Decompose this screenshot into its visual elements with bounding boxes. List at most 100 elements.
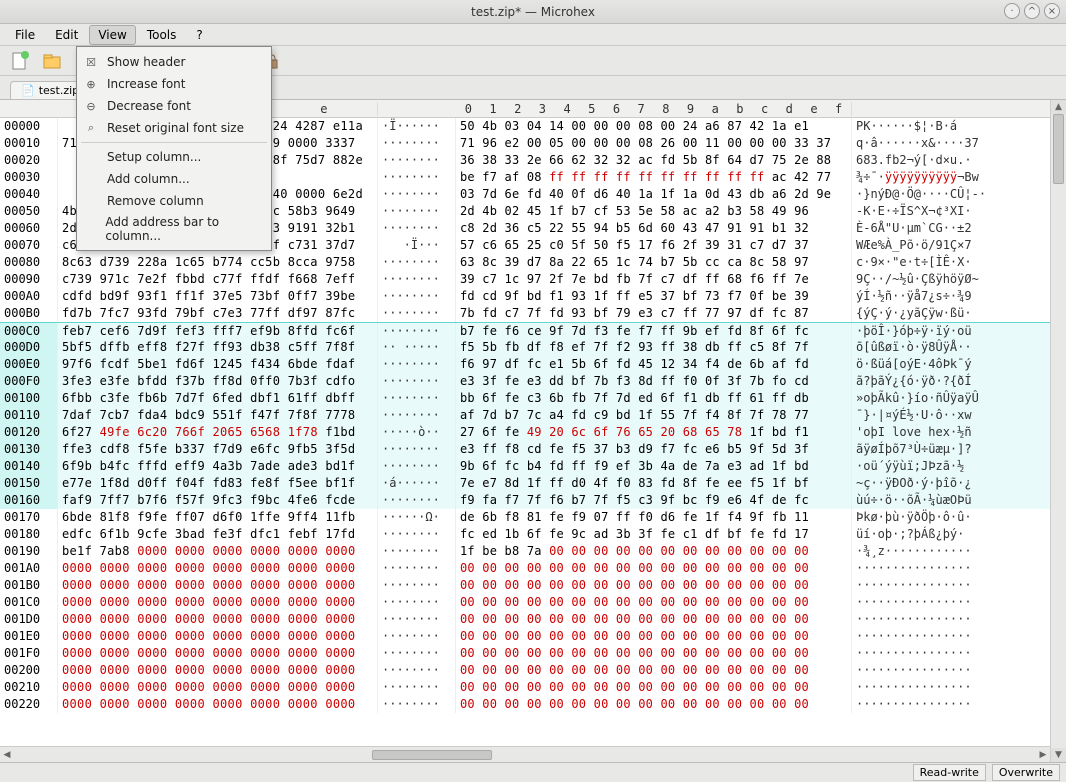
- ascii-cell-1[interactable]: ········: [378, 611, 456, 628]
- maximize-button[interactable]: ^: [1024, 3, 1040, 19]
- ascii-cell-1[interactable]: ·á······: [378, 475, 456, 492]
- ascii-cell-2[interactable]: ã?þãÝ¿{ó·ÿð·?{ðÍ: [852, 373, 1008, 390]
- ascii-cell-2[interactable]: È-6Å"U·µm`CG··±2: [852, 220, 1008, 237]
- menu-file[interactable]: File: [6, 25, 44, 45]
- hex-cell-1[interactable]: 0000 0000 0000 0000 0000 0000 0000 0000: [58, 645, 378, 662]
- hex-row[interactable]: 001E00000 0000 0000 0000 0000 0000 0000 …: [0, 628, 1066, 645]
- hex-row[interactable]: 000A0cdfd bd9f 93f1 ff1f 37e5 73bf 0ff7 …: [0, 288, 1066, 305]
- hex-cell-1[interactable]: edfc 6f1b 9cfe 3bad fe3f dfc1 febf 17fd: [58, 526, 378, 543]
- ascii-cell-2[interactable]: 683.fb2¬ý[·d×u.·: [852, 152, 1008, 169]
- scroll-thumb[interactable]: [1053, 114, 1064, 184]
- hex-cell-1[interactable]: 0000 0000 0000 0000 0000 0000 0000 0000: [58, 560, 378, 577]
- ascii-cell-2[interactable]: ················: [852, 645, 1008, 662]
- hex-row[interactable]: 001206f27 49fe 6c20 766f 2065 6568 1f78 …: [0, 424, 1066, 441]
- hex-row[interactable]: 002200000 0000 0000 0000 0000 0000 0000 …: [0, 696, 1066, 713]
- hex-cell-1[interactable]: 0000 0000 0000 0000 0000 0000 0000 0000: [58, 696, 378, 713]
- hex-cell-2[interactable]: 2d 4b 02 45 1f b7 cf 53 5e 58 ac a2 b3 5…: [456, 203, 852, 220]
- hscroll-thumb[interactable]: [372, 750, 492, 760]
- hex-cell-1[interactable]: 0000 0000 0000 0000 0000 0000 0000 0000: [58, 679, 378, 696]
- hex-cell-2[interactable]: 00 00 00 00 00 00 00 00 00 00 00 00 00 0…: [456, 645, 852, 662]
- hex-row[interactable]: 000B0fd7b 7fc7 93fd 79bf c7e3 77ff df97 …: [0, 305, 1066, 322]
- hex-row[interactable]: 001107daf 7cb7 fda4 bdc9 551f f47f 7f8f …: [0, 407, 1066, 424]
- hex-cell-1[interactable]: 6bde 81f8 f9fe ff07 d6f0 1ffe 9ff4 11fb: [58, 509, 378, 526]
- ascii-cell-2[interactable]: õ[ûßøï·ò·ÿ8ÛÿÅ··: [852, 339, 1008, 356]
- hex-cell-2[interactable]: 63 8c 39 d7 8a 22 65 1c 74 b7 5b cc ca 8…: [456, 254, 852, 271]
- hex-cell-1[interactable]: 6f27 49fe 6c20 766f 2065 6568 1f78 f1bd: [58, 424, 378, 441]
- ascii-cell-1[interactable]: ········: [378, 356, 456, 373]
- ascii-cell-1[interactable]: ········: [378, 458, 456, 475]
- hex-row[interactable]: 000F03fe3 e3fe bfdd f37b ff8d 0ff0 7b3f …: [0, 373, 1066, 390]
- hex-cell-2[interactable]: af 7d b7 7c a4 fd c9 bd 1f 55 7f f4 8f 7…: [456, 407, 852, 424]
- hex-row[interactable]: 001706bde 81f8 f9fe ff07 d6f0 1ffe 9ff4 …: [0, 509, 1066, 526]
- hex-row[interactable]: 00190be1f 7ab8 0000 0000 0000 0000 0000 …: [0, 543, 1066, 560]
- ascii-cell-1[interactable]: ········: [378, 696, 456, 713]
- hex-cell-1[interactable]: 0000 0000 0000 0000 0000 0000 0000 0000: [58, 594, 378, 611]
- hex-cell-1[interactable]: cdfd bd9f 93f1 ff1f 37e5 73bf 0ff7 39be: [58, 288, 378, 305]
- menu-increase-font[interactable]: ⊕Increase font: [77, 73, 271, 95]
- ascii-cell-1[interactable]: ·Ï···: [378, 237, 456, 254]
- ascii-cell-2[interactable]: ãÿøÍþõ7³Ù÷üæµ·]?: [852, 441, 1008, 458]
- ascii-cell-2[interactable]: ·¾¸z············: [852, 543, 1008, 560]
- hex-cell-2[interactable]: 00 00 00 00 00 00 00 00 00 00 00 00 00 0…: [456, 560, 852, 577]
- ascii-cell-2[interactable]: ················: [852, 628, 1008, 645]
- ascii-cell-2[interactable]: WÆe%À_Põ·ö/91Ç×7: [852, 237, 1008, 254]
- hex-cell-2[interactable]: 00 00 00 00 00 00 00 00 00 00 00 00 00 0…: [456, 662, 852, 679]
- hex-cell-1[interactable]: feb7 cef6 7d9f fef3 fff7 ef9b 8ffd fc6f: [58, 323, 378, 339]
- menu-add-address-bar[interactable]: Add address bar to column...: [77, 212, 271, 246]
- hex-cell-2[interactable]: b7 fe f6 ce 9f 7d f3 fe f7 ff 9b ef fd 8…: [456, 323, 852, 339]
- scroll-right-icon[interactable]: ▶: [1036, 748, 1050, 762]
- open-file-icon[interactable]: [40, 49, 64, 73]
- menu-setup-column[interactable]: Setup column...: [77, 146, 271, 168]
- ascii-cell-2[interactable]: ~ç··ÿÐOð·ý·þîõ·¿: [852, 475, 1008, 492]
- menu-view[interactable]: View: [89, 25, 135, 45]
- ascii-cell-1[interactable]: ········: [378, 220, 456, 237]
- hex-cell-2[interactable]: 00 00 00 00 00 00 00 00 00 00 00 00 00 0…: [456, 679, 852, 696]
- ascii-cell-2[interactable]: »oþÃkû·}ío·ñÛÿaÿÛ: [852, 390, 1008, 407]
- hex-cell-2[interactable]: 9b 6f fc b4 fd ff f9 ef 3b 4a de 7a e3 a…: [456, 458, 852, 475]
- ascii-cell-1[interactable]: ·Ï······: [378, 118, 456, 135]
- ascii-cell-1[interactable]: ········: [378, 390, 456, 407]
- hex-cell-2[interactable]: 7b fd c7 7f fd 93 bf 79 e3 c7 ff 77 97 d…: [456, 305, 852, 322]
- ascii-cell-2[interactable]: ¯}·|¤ýÉ½·U·ô··xw: [852, 407, 1008, 424]
- hex-cell-1[interactable]: fd7b 7fc7 93fd 79bf c7e3 77ff df97 87fc: [58, 305, 378, 322]
- ascii-cell-1[interactable]: ········: [378, 628, 456, 645]
- hex-cell-2[interactable]: e3 3f fe e3 dd bf 7b f3 8d ff f0 0f 3f 7…: [456, 373, 852, 390]
- hex-cell-2[interactable]: 27 6f fe 49 20 6c 6f 76 65 20 68 65 78 1…: [456, 424, 852, 441]
- hex-cell-2[interactable]: 00 00 00 00 00 00 00 00 00 00 00 00 00 0…: [456, 611, 852, 628]
- ascii-cell-1[interactable]: ······Ω·: [378, 509, 456, 526]
- ascii-cell-2[interactable]: PK······$¦·B·á: [852, 118, 1008, 135]
- menu-reset-font[interactable]: ⌕Reset original font size: [77, 117, 271, 139]
- hex-row[interactable]: 001B00000 0000 0000 0000 0000 0000 0000 …: [0, 577, 1066, 594]
- menu-decrease-font[interactable]: ⊖Decrease font: [77, 95, 271, 117]
- ascii-cell-2[interactable]: 'oþI love hex·½ñ: [852, 424, 1008, 441]
- ascii-cell-1[interactable]: ········: [378, 560, 456, 577]
- hex-cell-2[interactable]: c8 2d 36 c5 22 55 94 b5 6d 60 43 47 91 9…: [456, 220, 852, 237]
- hex-cell-2[interactable]: fc ed 1b 6f fe 9c ad 3b 3f fe c1 df bf f…: [456, 526, 852, 543]
- ascii-cell-1[interactable]: ········: [378, 407, 456, 424]
- scroll-down-icon[interactable]: ▼: [1051, 748, 1066, 762]
- ascii-cell-2[interactable]: ················: [852, 611, 1008, 628]
- ascii-cell-1[interactable]: ·····ò··: [378, 424, 456, 441]
- ascii-cell-2[interactable]: -K·E·÷ÏS^X¬¢³XI·: [852, 203, 1008, 220]
- ascii-cell-2[interactable]: ················: [852, 696, 1008, 713]
- ascii-cell-2[interactable]: q·â······x&····37: [852, 135, 1008, 152]
- ascii-cell-2[interactable]: c·9×·"e·t÷[ÌÊ·X·: [852, 254, 1008, 271]
- menu-tools[interactable]: Tools: [138, 25, 186, 45]
- ascii-cell-2[interactable]: ················: [852, 577, 1008, 594]
- ascii-cell-2[interactable]: {ýÇ·ý·¿yãÇÿw·ßü·: [852, 305, 1008, 322]
- hex-cell-1[interactable]: 0000 0000 0000 0000 0000 0000 0000 0000: [58, 662, 378, 679]
- ascii-cell-2[interactable]: ················: [852, 560, 1008, 577]
- ascii-cell-1[interactable]: ········: [378, 577, 456, 594]
- close-button[interactable]: ×: [1044, 3, 1060, 19]
- hex-cell-1[interactable]: 7daf 7cb7 fda4 bdc9 551f f47f 7f8f 7778: [58, 407, 378, 424]
- ascii-cell-1[interactable]: ········: [378, 203, 456, 220]
- hex-cell-2[interactable]: f5 5b fb df f8 ef 7f f2 93 ff 38 db ff c…: [456, 339, 852, 356]
- hex-row[interactable]: 000D05bf5 dffb eff8 f27f ff93 db38 c5ff …: [0, 339, 1066, 356]
- hex-cell-1[interactable]: 6fbb c3fe fb6b 7d7f 6fed dbf1 61ff dbff: [58, 390, 378, 407]
- hex-cell-2[interactable]: 00 00 00 00 00 00 00 00 00 00 00 00 00 0…: [456, 594, 852, 611]
- hex-row[interactable]: 000E097f6 fcdf 5be1 fd6f 1245 f434 6bde …: [0, 356, 1066, 373]
- menu-edit[interactable]: Edit: [46, 25, 87, 45]
- hex-cell-2[interactable]: de 6b f8 81 fe f9 07 ff f0 d6 fe 1f f4 9…: [456, 509, 852, 526]
- vertical-scrollbar[interactable]: ▲ ▼: [1050, 100, 1066, 762]
- ascii-cell-1[interactable]: ········: [378, 323, 456, 339]
